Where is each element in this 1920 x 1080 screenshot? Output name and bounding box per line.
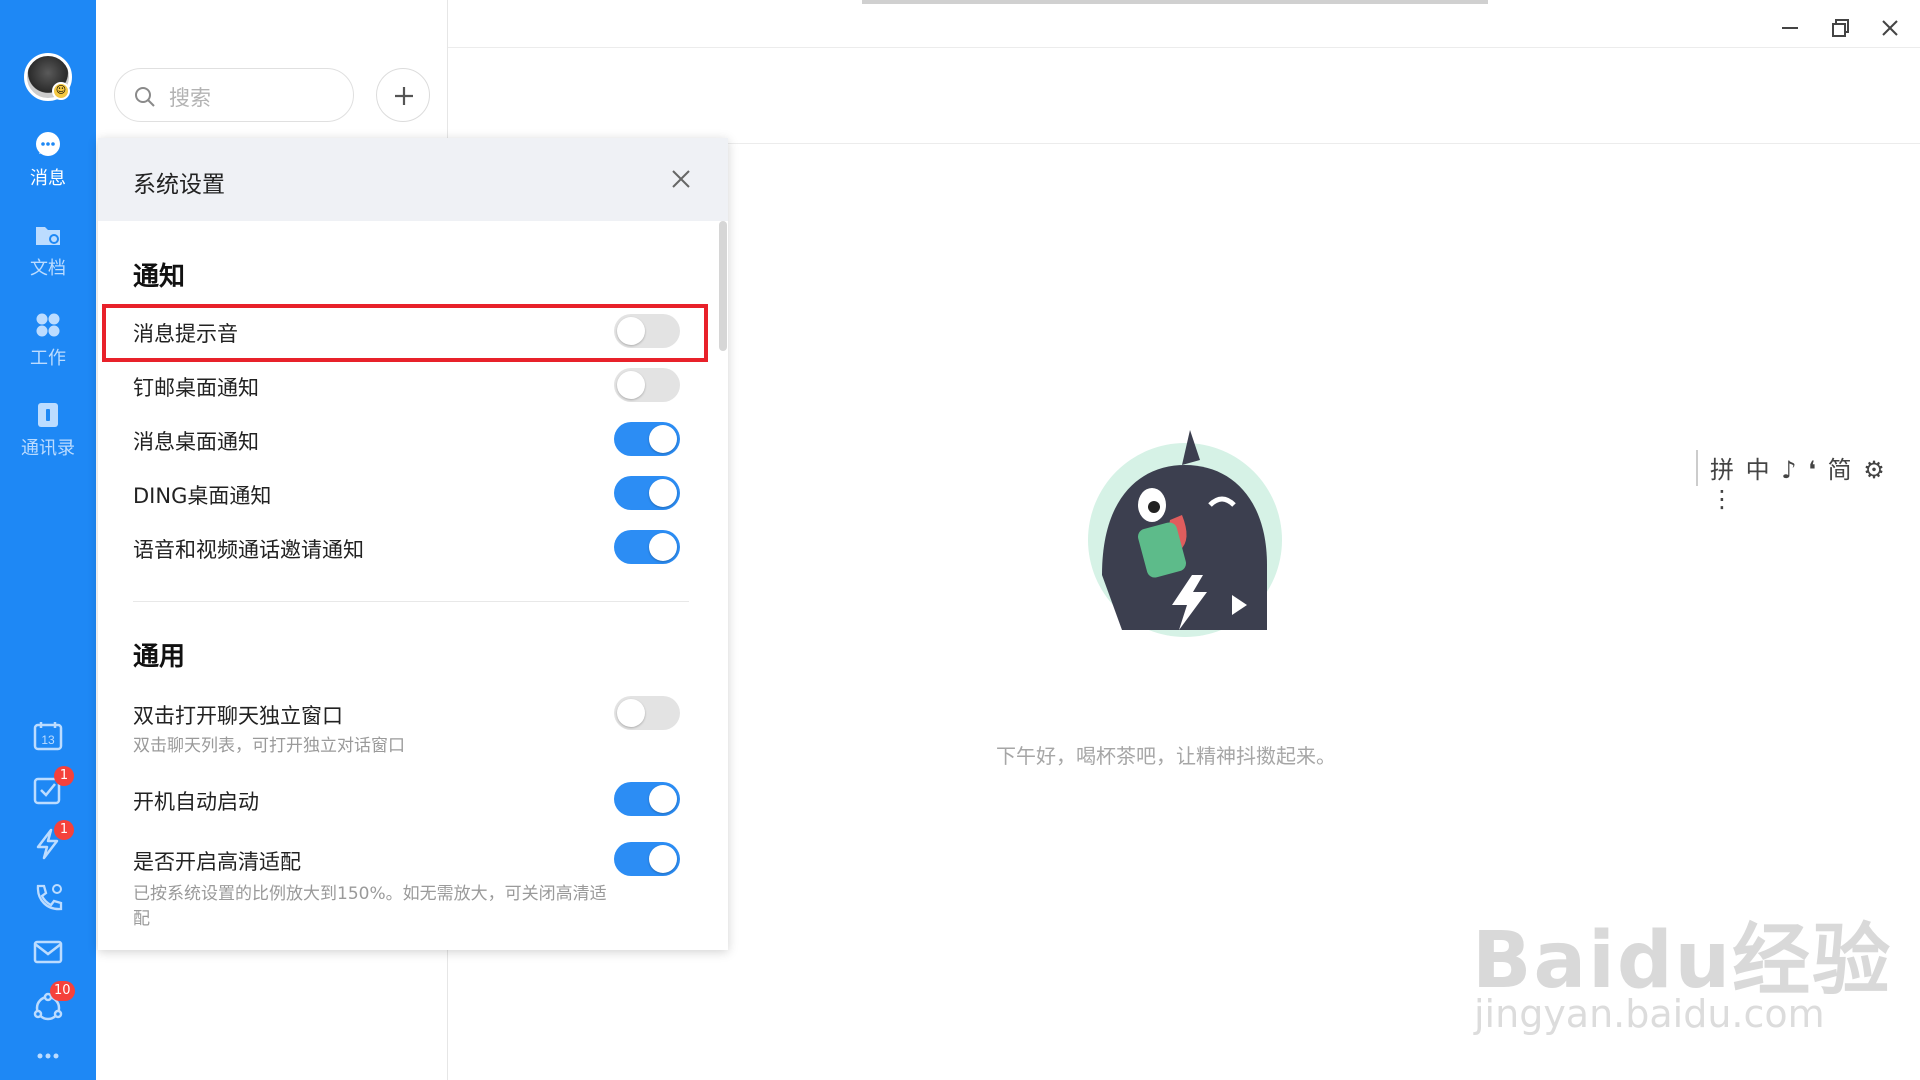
add-button[interactable] xyxy=(376,68,430,122)
greeting-text: 下午好，喝杯茶吧，让精神抖擞起来。 xyxy=(996,744,1336,768)
mail-desktop-notify-toggle[interactable] xyxy=(614,368,680,402)
setting-label: DING桌面通知 xyxy=(133,484,272,508)
contacts-book-icon xyxy=(38,403,58,427)
call-invite-notify-toggle[interactable] xyxy=(614,530,680,564)
search-box[interactable]: 搜索 xyxy=(114,68,354,122)
system-settings-panel: 系统设置 通知 消息提示音 钉邮桌面通知 消息桌面通知 DING桌面通知 语音和… xyxy=(98,138,728,950)
highlight-box xyxy=(102,304,708,362)
window-shadow xyxy=(862,0,1488,4)
ime-toolbar[interactable]: 拼 中 ♪ ❛ 简 ⚙ ⋮ xyxy=(1696,450,1920,513)
watermark-url: jingyan.baidu.com xyxy=(1474,992,1825,1036)
more-dots-icon[interactable] xyxy=(30,1038,66,1074)
setting-description: 双击聊天列表，可打开独立对话窗口 xyxy=(133,736,405,756)
settings-title: 系统设置 xyxy=(133,172,225,198)
section-divider xyxy=(133,601,689,602)
setting-label: 语音和视频通话邀请通知 xyxy=(133,538,364,562)
todo-badge: 1 xyxy=(54,766,74,786)
restore-button[interactable] xyxy=(1820,10,1860,46)
nav-item-messages[interactable]: 消息 xyxy=(0,130,96,210)
plus-icon xyxy=(395,87,413,105)
share-badge: 10 xyxy=(50,981,75,1001)
minimize-button[interactable] xyxy=(1770,10,1810,46)
setting-label: 双击打开聊天独立窗口 xyxy=(133,704,343,728)
close-window-button[interactable] xyxy=(1870,10,1910,46)
chat-bubble-icon xyxy=(36,132,60,156)
setting-label: 是否开启高清适配 xyxy=(133,850,301,874)
status-emoji-icon: ☺ xyxy=(52,82,70,100)
nav-label: 消息 xyxy=(30,168,66,189)
setting-label: 开机自动启动 xyxy=(133,790,259,814)
hidpi-toggle[interactable] xyxy=(614,842,680,876)
settings-header: 系统设置 xyxy=(98,138,728,221)
mail-icon[interactable] xyxy=(30,934,66,970)
calendar-icon[interactable]: 13 xyxy=(30,718,66,754)
autostart-toggle[interactable] xyxy=(614,782,680,816)
folder-icon xyxy=(36,227,60,245)
setting-description: 已按系统设置的比例放大到150%。如无需放大，可关闭高清适配 xyxy=(133,884,607,929)
nav-label: 文档 xyxy=(30,258,66,279)
apps-grid-icon xyxy=(36,313,60,337)
ding-badge: 1 xyxy=(54,820,74,840)
section-title-general: 通用 xyxy=(133,642,186,672)
phone-call-icon[interactable] xyxy=(30,880,66,916)
svg-text:13: 13 xyxy=(41,733,55,747)
ding-desktop-notify-toggle[interactable] xyxy=(614,476,680,510)
nav-item-docs[interactable]: 文档 xyxy=(0,220,96,300)
mascot-illustration xyxy=(1088,430,1282,637)
setting-label: 钉邮桌面通知 xyxy=(133,376,259,400)
nav-label: 通讯录 xyxy=(21,438,75,459)
section-title-notify: 通知 xyxy=(133,262,186,292)
title-bar-divider xyxy=(448,47,1920,48)
search-placeholder: 搜索 xyxy=(169,86,211,110)
left-nav-rail: ☺ 消息 文档 工作 通讯录 13 1 1 10 xyxy=(0,0,96,1080)
nav-item-contacts[interactable]: 通讯录 xyxy=(0,400,96,480)
settings-scrollbar[interactable] xyxy=(719,221,727,351)
search-icon xyxy=(135,87,155,107)
close-icon[interactable] xyxy=(670,168,692,190)
setting-label: 消息桌面通知 xyxy=(133,430,259,454)
message-desktop-notify-toggle[interactable] xyxy=(614,422,680,456)
nav-label: 工作 xyxy=(30,348,66,369)
nav-item-work[interactable]: 工作 xyxy=(0,310,96,390)
double-click-window-toggle[interactable] xyxy=(614,696,680,730)
